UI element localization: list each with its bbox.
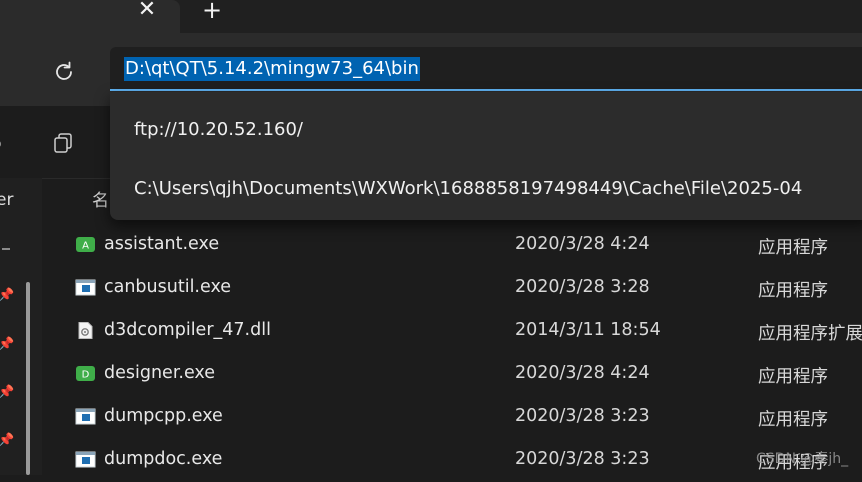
file-name: dumpdoc.exe — [104, 449, 223, 469]
file-row[interactable]: dumpcpp.exe 2020/3/28 3:23 应用程序 — [60, 396, 862, 439]
suggestion-item[interactable]: C:\Users\qjh\Documents\WXWork\1688858197… — [134, 178, 802, 199]
pin-icon: 📌 — [0, 337, 15, 352]
file-date: 2020/3/28 4:24 — [515, 363, 650, 383]
file-type: 应用程序扩展 — [758, 324, 862, 344]
designer-exe-icon: D — [76, 366, 95, 381]
nav-pane-scrollbar[interactable] — [26, 282, 30, 475]
file-name: dumpcpp.exe — [104, 406, 223, 426]
address-suggestions-dropdown: ftp://10.20.52.160/ C:\Users\qjh\Documen… — [110, 92, 862, 220]
app-window-icon — [75, 279, 96, 296]
file-date: 2014/3/11 18:54 — [515, 320, 661, 340]
file-name: d3dcompiler_47.dll — [104, 320, 271, 340]
pin-icon: 📌 — [0, 385, 15, 400]
new-tab-button[interactable]: + — [197, 0, 227, 27]
app-window-icon — [75, 451, 96, 468]
close-tab-button[interactable]: ✕ — [132, 0, 162, 27]
svg-text:D: D — [82, 370, 90, 381]
pin-icon: 📌 — [0, 433, 15, 448]
svg-text:A: A — [82, 241, 89, 252]
file-row[interactable]: A assistant.exe 2020/3/28 4:24 应用程序 — [60, 224, 862, 267]
file-date: 2020/3/28 4:24 — [515, 234, 650, 254]
file-date: 2020/3/28 3:23 — [515, 449, 650, 469]
app-window-icon — [75, 408, 96, 425]
file-name: designer.exe — [104, 363, 216, 383]
file-row[interactable]: d3dcompiler_47.dll 2014/3/11 18:54 应用程序扩… — [60, 310, 862, 353]
nav-pane-label: er — [0, 190, 14, 210]
address-bar[interactable]: D:\qt\QT\5.14.2\mingw73_64\bin — [110, 47, 862, 91]
file-date: 2020/3/28 3:28 — [515, 277, 650, 297]
file-row[interactable]: D designer.exe 2020/3/28 4:24 应用程序 — [60, 353, 862, 396]
file-name: canbusutil.exe — [104, 277, 232, 297]
file-row[interactable]: dumpdoc.exe 2020/3/28 3:23 应用程序 — [60, 439, 862, 482]
watermark: CSDN @秦jh_ — [756, 451, 849, 467]
assistant-exe-icon: A — [76, 237, 95, 252]
column-header-name[interactable]: 名 — [92, 186, 109, 211]
file-name: assistant.exe — [104, 234, 220, 254]
suggestion-item[interactable]: ftp://10.20.52.160/ — [134, 119, 303, 140]
file-type: 应用程序 — [758, 410, 828, 430]
refresh-icon[interactable] — [50, 58, 78, 86]
file-type: 应用程序 — [758, 367, 828, 387]
toolbar-icon-partial[interactable] — [0, 138, 4, 150]
nav-collapse-indicator — [2, 248, 10, 250]
copy-icon[interactable] — [52, 132, 74, 154]
file-type: 应用程序 — [758, 281, 828, 301]
file-row[interactable]: canbusutil.exe 2020/3/28 3:28 应用程序 — [60, 267, 862, 310]
dll-file-icon — [78, 322, 93, 339]
file-type: 应用程序 — [758, 238, 828, 258]
pin-icon: 📌 — [0, 288, 15, 303]
file-date: 2020/3/28 3:23 — [515, 406, 650, 426]
navigation-pane — [0, 178, 42, 475]
address-input[interactable]: D:\qt\QT\5.14.2\mingw73_64\bin — [124, 57, 420, 81]
